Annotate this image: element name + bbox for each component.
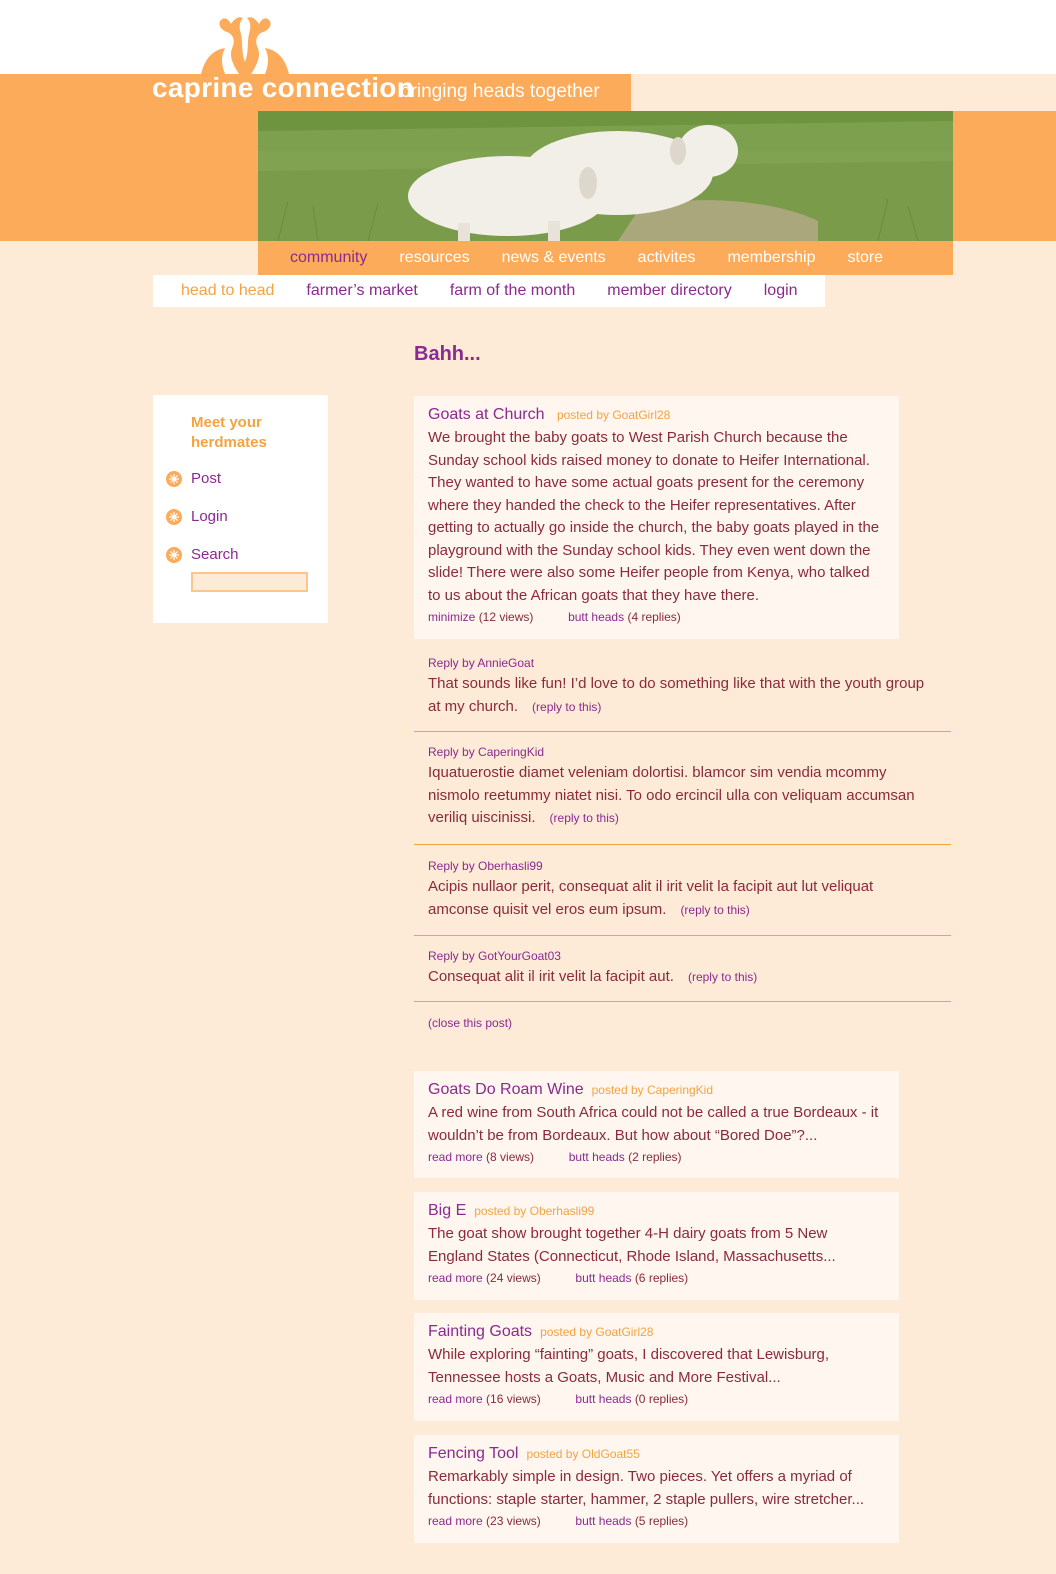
post-card: Fainting Goats posted by GoatGirl28 While… xyxy=(414,1313,899,1421)
reply-body: Acipis nullaor perit, consequat alit il … xyxy=(428,878,874,918)
post-card: Goats Do Roam Wine posted by CaperingKid … xyxy=(414,1071,899,1178)
post-replies-count: (4 replies) xyxy=(627,610,681,624)
subnav-head-to-head[interactable]: head to head xyxy=(181,282,274,300)
sidebar-search-label: Search xyxy=(191,546,239,563)
goat-logo-icon[interactable] xyxy=(199,12,291,76)
post-byline: posted by GoatGirl28 xyxy=(556,408,671,422)
sub-nav: head to head farmer’s market farm of the… xyxy=(153,275,825,307)
post-card-open: Goats at Church posted by GoatGirl28 We … xyxy=(414,396,899,639)
nav-resources[interactable]: resources xyxy=(399,249,469,267)
main-nav: community resources news & events activi… xyxy=(258,241,953,275)
butt-heads-link[interactable]: butt heads xyxy=(575,1392,631,1406)
divider xyxy=(414,731,951,732)
post-meta: read more (16 views) butt heads (0 repli… xyxy=(428,1392,885,1406)
nav-community[interactable]: community xyxy=(290,249,367,267)
divider xyxy=(414,844,951,845)
sidebar-post-link[interactable]: Post xyxy=(191,470,221,487)
flower-bullet-icon xyxy=(166,509,182,525)
post-body: A red wine from South Africa could not b… xyxy=(428,1104,879,1144)
post-meta: read more (23 views) butt heads (5 repli… xyxy=(428,1514,885,1528)
post-title[interactable]: Fainting Goats xyxy=(428,1323,532,1340)
nav-news-events[interactable]: news & events xyxy=(502,249,606,267)
reply-to-this-link[interactable]: (reply to this) xyxy=(680,903,749,917)
post-body: Remarkably simple in design. Two pieces.… xyxy=(428,1468,865,1508)
subnav-farmers-market[interactable]: farmer’s market xyxy=(306,282,417,300)
post-byline: posted by GoatGirl28 xyxy=(540,1325,654,1339)
post-meta: minimize (12 views) butt heads (4 replie… xyxy=(428,610,885,624)
post-replies-count: (2 replies) xyxy=(628,1150,682,1164)
reply-text: Consequat alit il irit velit la facipit … xyxy=(428,966,937,989)
site-title[interactable]: caprine connection xyxy=(152,72,414,104)
page-title: Bahh... xyxy=(414,343,481,365)
reply-item: Reply by Oberhasli99 Acipis nullaor peri… xyxy=(414,859,951,921)
nav-membership[interactable]: membership xyxy=(727,249,815,267)
reply-to-this-link[interactable]: (reply to this) xyxy=(532,700,601,714)
butt-heads-link[interactable]: butt heads xyxy=(575,1271,631,1285)
site-tagline: bringing heads together xyxy=(400,81,600,102)
post-replies-count: (0 replies) xyxy=(634,1392,689,1406)
reply-body: Iquatuerostie diamet veleniam dolortisi.… xyxy=(428,764,915,826)
read-more-link[interactable]: read more xyxy=(428,1392,483,1406)
post-card: Big E posted by Oberhasli99 The goat show… xyxy=(414,1192,899,1300)
post-views: (16 views) xyxy=(486,1392,541,1406)
divider xyxy=(414,935,951,936)
sidebar: Meet your herdmates Post Login Search xyxy=(153,395,328,623)
reply-author[interactable]: Reply by CaperingKid xyxy=(428,745,937,759)
reply-item: Reply by AnnieGoat That sounds like fun!… xyxy=(414,656,951,718)
post-meta: read more (24 views) butt heads (6 repli… xyxy=(428,1271,885,1285)
close-post-link[interactable]: (close this post) xyxy=(428,1016,512,1030)
butt-heads-link[interactable]: butt heads xyxy=(568,610,624,624)
post-card: Fencing Tool posted by OldGoat55 Remarkab… xyxy=(414,1435,899,1543)
post-views: (8 views) xyxy=(486,1150,535,1164)
post-body: We brought the baby goats to West Parish… xyxy=(428,429,880,604)
reply-item: Reply by GotYourGoat03 Consequat alit il… xyxy=(414,949,951,989)
reply-body: Consequat alit il irit velit la facipit … xyxy=(428,968,674,985)
minimize-link[interactable]: minimize xyxy=(428,610,475,624)
post-views: (12 views) xyxy=(478,610,534,624)
reply-author[interactable]: Reply by Oberhasli99 xyxy=(428,859,937,873)
post-byline: posted by Oberhasli99 xyxy=(474,1204,595,1218)
post-meta: read more (8 views) butt heads (2 replie… xyxy=(428,1150,885,1164)
divider xyxy=(414,1001,951,1002)
flower-bullet-icon xyxy=(166,547,182,563)
post-title[interactable]: Goats at Church xyxy=(428,406,545,423)
sidebar-login-link[interactable]: Login xyxy=(191,508,228,525)
reply-to-this-link[interactable]: (reply to this) xyxy=(550,811,619,825)
subnav-farm-of-the-month[interactable]: farm of the month xyxy=(450,282,575,300)
read-more-link[interactable]: read more xyxy=(428,1271,483,1285)
reply-body: That sounds like fun! I’d love to do som… xyxy=(428,675,925,715)
header-top xyxy=(0,0,1056,74)
subnav-login[interactable]: login xyxy=(764,282,798,300)
post-replies-count: (5 replies) xyxy=(634,1514,689,1528)
read-more-link[interactable]: read more xyxy=(428,1150,483,1164)
post-title[interactable]: Goats Do Roam Wine xyxy=(428,1081,584,1098)
reply-author[interactable]: Reply by GotYourGoat03 xyxy=(428,949,937,963)
reply-text: Acipis nullaor perit, consequat alit il … xyxy=(428,876,937,921)
butt-heads-link[interactable]: butt heads xyxy=(569,1150,625,1164)
reply-text: Iquatuerostie diamet veleniam dolortisi.… xyxy=(428,762,937,830)
reply-text: That sounds like fun! I’d love to do som… xyxy=(428,673,937,718)
post-byline: posted by OldGoat55 xyxy=(526,1447,640,1461)
butt-heads-link[interactable]: butt heads xyxy=(575,1514,631,1528)
post-views: (23 views) xyxy=(486,1514,541,1528)
post-body: While exploring “fainting” goats, I disc… xyxy=(428,1346,830,1386)
post-title[interactable]: Fencing Tool xyxy=(428,1445,518,1462)
flower-bullet-icon xyxy=(166,471,182,487)
header-accent xyxy=(631,74,1056,111)
nav-activites[interactable]: activites xyxy=(638,249,696,267)
reply-item: Reply by CaperingKid Iquatuerostie diame… xyxy=(414,745,951,830)
reply-author[interactable]: Reply by AnnieGoat xyxy=(428,656,937,670)
subnav-member-directory[interactable]: member directory xyxy=(607,282,731,300)
post-body: The goat show brought together 4-H dairy… xyxy=(428,1225,836,1265)
sidebar-heading: Meet your herdmates xyxy=(191,414,267,451)
post-byline: posted by CaperingKid xyxy=(591,1083,714,1097)
read-more-link[interactable]: read more xyxy=(428,1514,483,1528)
reply-to-this-link[interactable]: (reply to this) xyxy=(688,970,757,984)
post-views: (24 views) xyxy=(486,1271,541,1285)
post-title[interactable]: Big E xyxy=(428,1202,466,1219)
search-input[interactable] xyxy=(191,572,308,592)
post-replies-count: (6 replies) xyxy=(634,1271,689,1285)
nav-store[interactable]: store xyxy=(848,249,884,267)
hero-goats-image xyxy=(258,111,953,241)
